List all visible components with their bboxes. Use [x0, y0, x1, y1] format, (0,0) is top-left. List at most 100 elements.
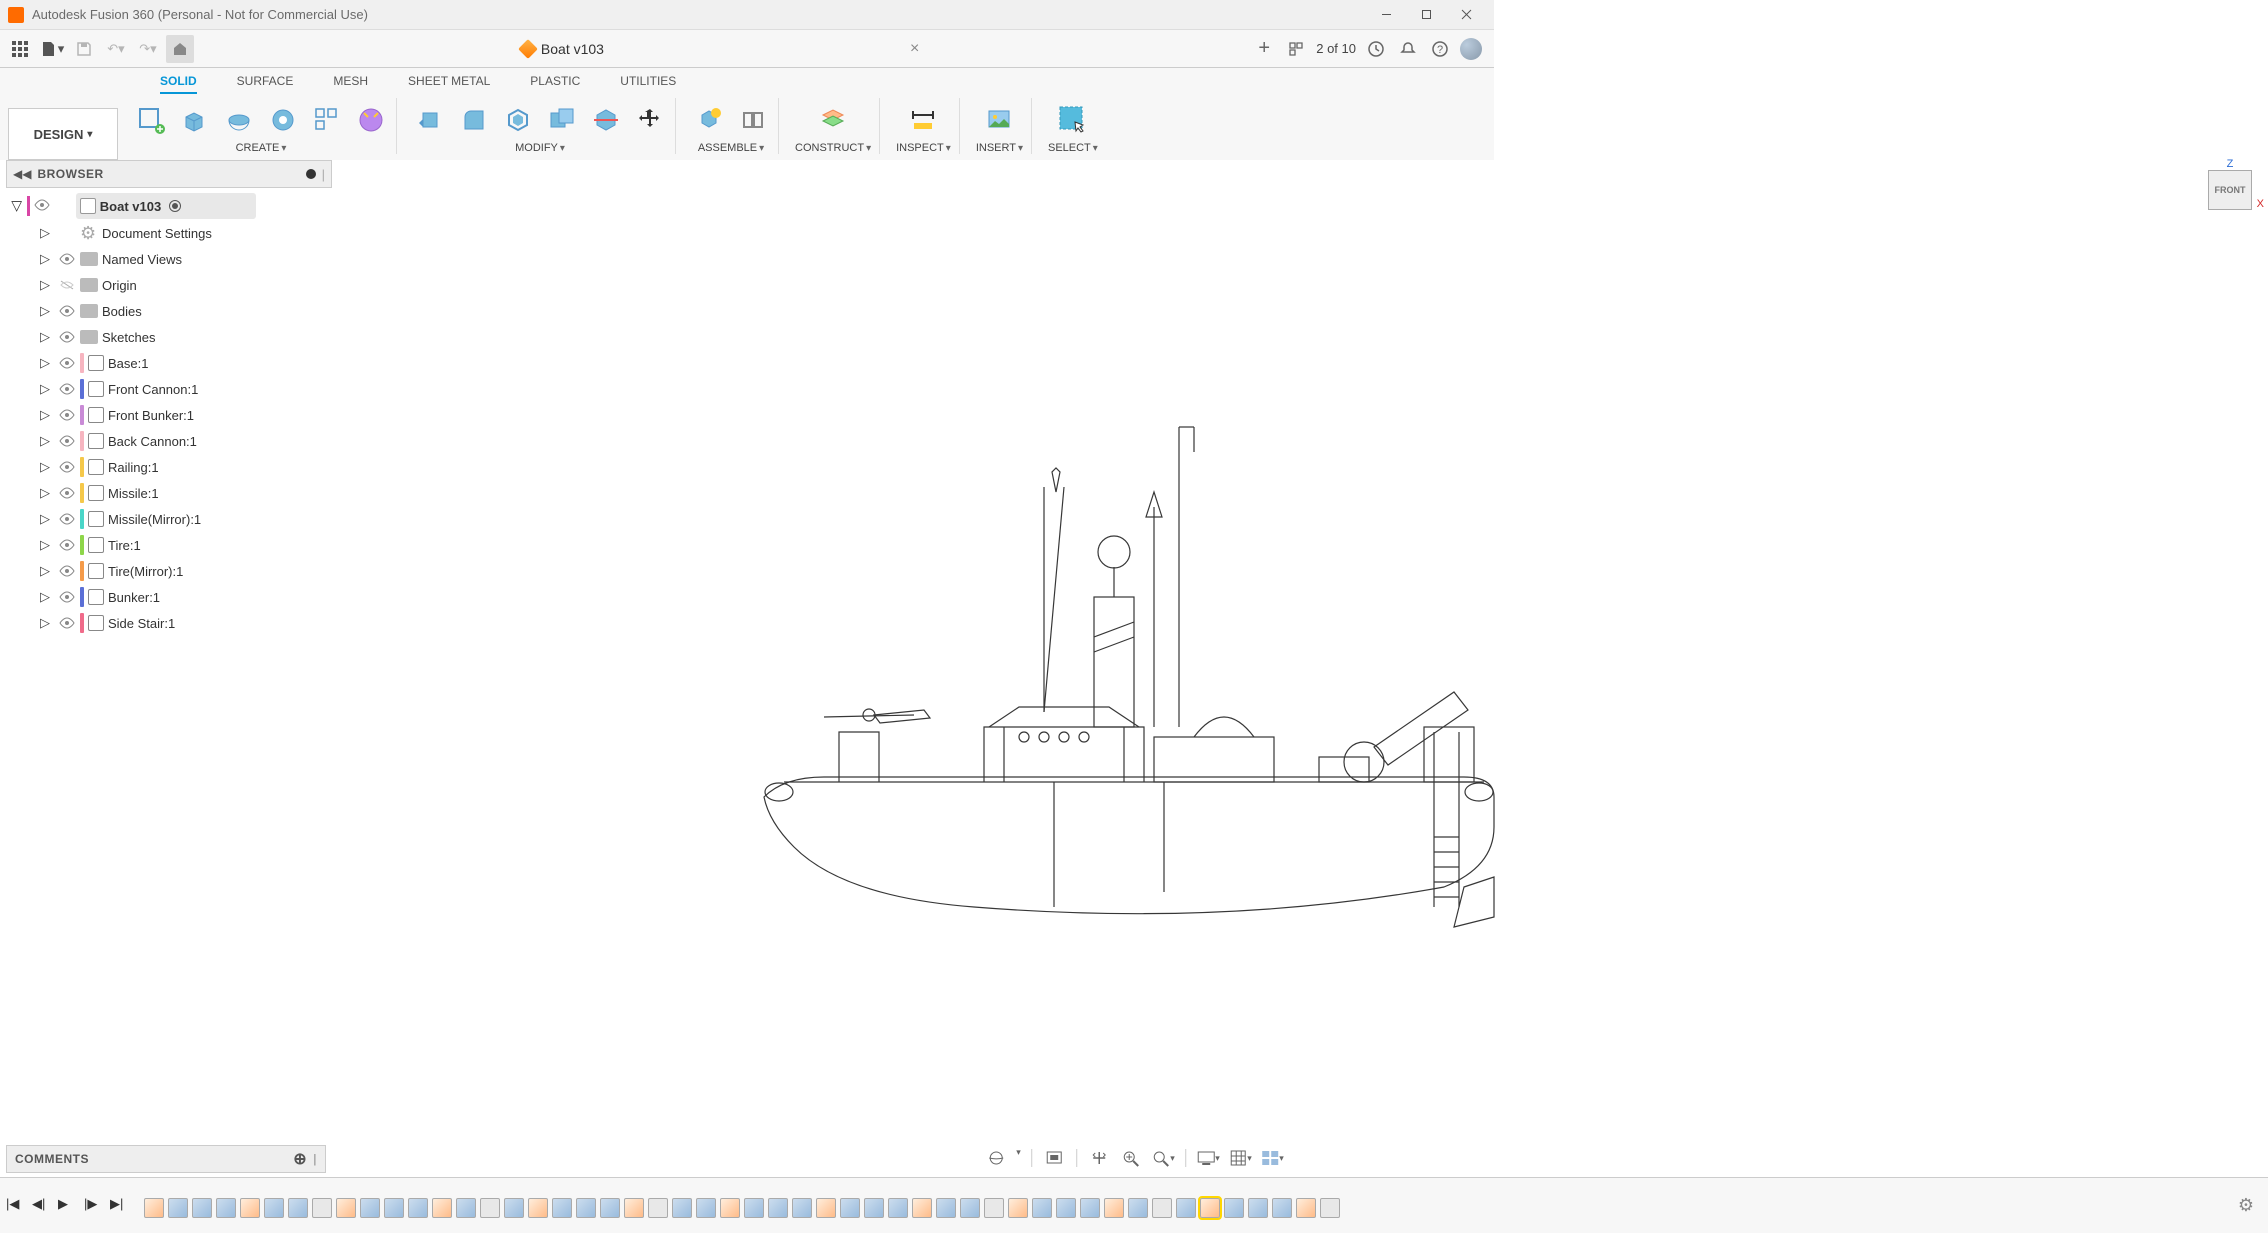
timeline-feature[interactable] [888, 1198, 908, 1218]
timeline-feature[interactable] [192, 1198, 212, 1218]
timeline-feature[interactable] [1200, 1198, 1220, 1218]
modify-dropdown[interactable] [560, 142, 565, 154]
timeline-feature[interactable] [840, 1198, 860, 1218]
timeline-feature[interactable] [1080, 1198, 1100, 1218]
orbit-icon[interactable] [984, 1147, 1008, 1169]
timeline-feature[interactable] [864, 1198, 884, 1218]
timeline-next-icon[interactable]: |▶ [84, 1196, 104, 1216]
timeline-settings-icon[interactable]: ⚙ [2230, 1195, 2262, 1216]
timeline-feature[interactable] [936, 1198, 956, 1218]
user-avatar[interactable] [1460, 38, 1482, 60]
timeline-feature[interactable] [672, 1198, 692, 1218]
timeline-feature[interactable] [288, 1198, 308, 1218]
notifications-icon[interactable] [1396, 37, 1420, 61]
tab-solid[interactable]: SOLID [160, 74, 197, 94]
timeline-feature[interactable] [720, 1198, 740, 1218]
create-sketch-icon[interactable] [134, 103, 168, 137]
timeline-feature[interactable] [144, 1198, 164, 1218]
timeline-feature[interactable] [408, 1198, 428, 1218]
grid-settings-icon[interactable]: ▾ [1228, 1147, 1252, 1169]
timeline-feature[interactable] [1008, 1198, 1028, 1218]
hole-icon[interactable] [266, 103, 300, 137]
look-at-icon[interactable] [1042, 1147, 1066, 1169]
shell-icon[interactable] [501, 103, 535, 137]
pan-icon[interactable] [1087, 1147, 1111, 1169]
timeline-start-icon[interactable]: |◀ [6, 1196, 26, 1216]
timeline-feature[interactable] [696, 1198, 716, 1218]
timeline-feature[interactable] [240, 1198, 260, 1218]
timeline-feature[interactable] [264, 1198, 284, 1218]
fit-icon[interactable]: ▾ [1151, 1147, 1175, 1169]
form-icon[interactable] [354, 103, 388, 137]
viewport-icon[interactable]: ▾ [1260, 1147, 1284, 1169]
timeline-feature[interactable] [168, 1198, 188, 1218]
close-button[interactable] [1446, 1, 1486, 29]
timeline-end-icon[interactable]: ▶| [110, 1196, 130, 1216]
timeline-feature[interactable] [480, 1198, 500, 1218]
timeline-feature[interactable] [912, 1198, 932, 1218]
save-icon[interactable] [70, 35, 98, 63]
tab-close-icon[interactable]: × [910, 40, 919, 58]
home-icon[interactable] [166, 35, 194, 63]
timeline-feature[interactable] [1248, 1198, 1268, 1218]
construct-plane-icon[interactable] [816, 103, 850, 137]
pattern-icon[interactable] [310, 103, 344, 137]
revolve-icon[interactable] [222, 103, 256, 137]
timeline-feature[interactable] [1056, 1198, 1076, 1218]
timeline-feature[interactable] [960, 1198, 980, 1218]
timeline-feature[interactable] [984, 1198, 1004, 1218]
zoom-icon[interactable] [1119, 1147, 1143, 1169]
timeline-feature[interactable] [576, 1198, 596, 1218]
inspect-dropdown[interactable] [946, 142, 951, 154]
extensions-icon[interactable] [1284, 37, 1308, 61]
help-icon[interactable]: ? [1428, 37, 1452, 61]
timeline-feature[interactable] [624, 1198, 644, 1218]
move-icon[interactable] [633, 103, 667, 137]
tab-plastic[interactable]: PLASTIC [530, 74, 580, 94]
maximize-button[interactable] [1406, 1, 1446, 29]
select-icon[interactable] [1056, 103, 1090, 137]
new-tab-icon[interactable]: + [1252, 37, 1276, 61]
assemble-dropdown[interactable] [759, 142, 764, 154]
workspace-selector[interactable]: DESIGN▾ [8, 108, 118, 160]
fillet-icon[interactable] [457, 103, 491, 137]
insert-icon[interactable] [982, 103, 1016, 137]
timeline-feature[interactable] [1032, 1198, 1052, 1218]
timeline-feature[interactable] [552, 1198, 572, 1218]
comments-panel-header[interactable]: COMMENTS ⊕ | [6, 1145, 326, 1173]
undo-icon[interactable]: ↶▾ [102, 35, 130, 63]
timeline-feature[interactable] [768, 1198, 788, 1218]
timeline-feature[interactable] [1272, 1198, 1292, 1218]
press-pull-icon[interactable] [413, 103, 447, 137]
timeline-track[interactable] [144, 1188, 2230, 1224]
timeline-feature[interactable] [1224, 1198, 1244, 1218]
comments-drag-handle[interactable]: | [313, 1152, 317, 1166]
display-settings-icon[interactable]: ▾ [1196, 1147, 1220, 1169]
timeline-prev-icon[interactable]: ◀| [32, 1196, 52, 1216]
timeline-feature[interactable] [432, 1198, 452, 1218]
timeline-feature[interactable] [600, 1198, 620, 1218]
create-dropdown[interactable] [281, 142, 286, 154]
minimize-button[interactable] [1366, 1, 1406, 29]
select-dropdown[interactable] [1093, 142, 1098, 154]
new-component-icon[interactable] [692, 103, 726, 137]
timeline-feature[interactable] [1296, 1198, 1316, 1218]
construct-dropdown[interactable] [866, 142, 871, 154]
timeline-feature[interactable] [1104, 1198, 1124, 1218]
timeline-play-icon[interactable]: ▶ [58, 1196, 78, 1216]
canvas[interactable] [0, 160, 2268, 1173]
file-menu-icon[interactable]: ▾ [38, 35, 66, 63]
workspace[interactable]: Z FRONT X ◀◀ BROWSER | ▷ Boat v103 ▷⚙Doc… [0, 160, 2268, 1173]
timeline-feature[interactable] [792, 1198, 812, 1218]
add-comment-icon[interactable]: ⊕ [293, 1149, 307, 1169]
document-tab[interactable]: Boat v103 × [511, 36, 929, 62]
data-panel-icon[interactable] [6, 35, 34, 63]
timeline-feature[interactable] [1152, 1198, 1172, 1218]
timeline-feature[interactable] [816, 1198, 836, 1218]
timeline-feature[interactable] [360, 1198, 380, 1218]
job-status-icon[interactable] [1364, 37, 1388, 61]
timeline-feature[interactable] [312, 1198, 332, 1218]
insert-dropdown[interactable] [1018, 142, 1023, 154]
timeline-feature[interactable] [744, 1198, 764, 1218]
timeline-feature[interactable] [216, 1198, 236, 1218]
